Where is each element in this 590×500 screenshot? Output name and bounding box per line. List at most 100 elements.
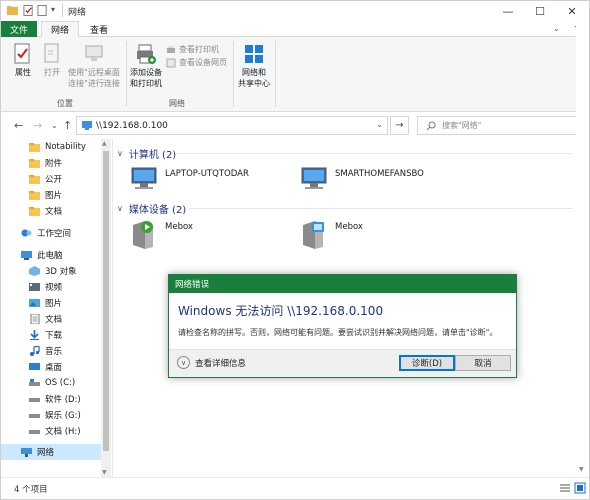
pc-icon [21, 251, 32, 260]
3d-objects-icon [29, 266, 40, 276]
search-input[interactable]: 搜索"网络" [417, 116, 578, 135]
nav-item-label: 文档 [45, 207, 63, 217]
nav-item[interactable]: 此电脑 [1, 247, 101, 263]
nav-item-label: 桌面 [45, 363, 63, 373]
tab-network[interactable]: 网络 [41, 21, 80, 38]
see-details-toggle[interactable]: ∨ 查看详细信息 [177, 356, 246, 369]
group-separator [275, 41, 276, 107]
tab-view[interactable]: 查看 [81, 21, 117, 37]
back-arrow-icon[interactable]: ← [14, 119, 23, 132]
open-label: 打开 [44, 68, 60, 77]
ribbon-expand-icon[interactable]: ⌄ [553, 24, 560, 33]
nav-item[interactable]: 音乐 [1, 343, 101, 359]
workspace-icon [21, 229, 32, 237]
item-count: 4 个项目 [14, 484, 48, 495]
group-title: 计算机 (2) [128, 150, 177, 161]
add-devices-button[interactable]: 添加设备 和打印机 [129, 43, 163, 89]
view-printers-button[interactable]: 查看打印机 [166, 44, 219, 55]
group-header-media-devices[interactable]: ∨ 媒体设备 (2) [117, 201, 186, 216]
close-button[interactable]: ✕ [556, 1, 588, 21]
quick-properties-icon[interactable] [23, 5, 34, 16]
drive-icon [29, 414, 40, 418]
chevron-down-icon: ∨ [117, 204, 123, 213]
quick-access-dropdown-icon[interactable]: ▾ [51, 5, 55, 14]
properties-icon [14, 43, 30, 64]
group-label-location: 位置 [57, 99, 73, 108]
computer-item[interactable]: SMARTHOMEFANSBO [299, 166, 424, 192]
address-path: \\192.168.0.100 [96, 120, 168, 131]
media-device-item[interactable]: Mebox [299, 219, 363, 251]
details-view-icon[interactable] [559, 482, 571, 494]
new-folder-quick-icon[interactable] [37, 5, 48, 16]
status-bar: 4 个项目 [1, 477, 589, 499]
nav-item[interactable]: Notability [1, 139, 101, 155]
add-devices-label-2: 和打印机 [130, 79, 162, 88]
cancel-button[interactable]: 取消 [455, 355, 511, 371]
nav-item[interactable]: 文档 (H:) [1, 423, 101, 439]
nav-item[interactable]: 图片 [1, 187, 101, 203]
device-webpage-icon [166, 58, 176, 67]
properties-button[interactable]: 属性 [9, 43, 37, 78]
nav-item[interactable]: 视频 [1, 279, 101, 295]
nav-item[interactable]: OS (C:) [1, 375, 101, 391]
nav-item[interactable]: 文档 [1, 203, 101, 219]
title-separator [62, 4, 63, 17]
network-sharing-center-button[interactable]: 网络和 共享中心 [237, 43, 271, 89]
nav-item[interactable]: 下载 [1, 327, 101, 343]
folder-icon [7, 5, 18, 16]
chevron-down-icon: ∨ [117, 149, 123, 158]
nav-item[interactable]: 附件 [1, 155, 101, 171]
scroll-down-icon[interactable]: ▼ [579, 466, 584, 473]
large-icons-view-icon[interactable] [574, 482, 586, 494]
desktop-icon [29, 363, 40, 370]
refresh-button[interactable]: → [390, 116, 409, 135]
nav-item-label: 工作空间 [37, 229, 72, 239]
content-scrollbar[interactable]: ▼ [576, 21, 589, 477]
nav-item-label: 图片 [45, 191, 63, 201]
nav-item[interactable]: 公开 [1, 171, 101, 187]
folder-icon [29, 207, 40, 216]
explorer-window: ▾ 网络 — ☐ ✕ 文件 网络 查看 ⌄ ? 属性 打开 使用"远程桌面 连接… [0, 0, 590, 500]
address-bar[interactable]: \\192.168.0.100 ⌄ [76, 116, 388, 135]
nav-item-label: 文档 [45, 315, 63, 325]
nav-item[interactable]: 软件 (D:) [1, 391, 101, 407]
remote-desktop-button[interactable]: 使用"远程桌面 连接"进行连接 [65, 43, 123, 89]
computer-item[interactable]: LAPTOP-UTQTODAR [129, 166, 249, 192]
nav-item-label: 网络 [37, 448, 55, 458]
recent-locations-icon[interactable]: ⌄ [51, 121, 58, 130]
minimize-button[interactable]: — [492, 1, 524, 21]
nav-item-label: 视频 [45, 283, 63, 293]
media-device-item[interactable]: Mebox [129, 219, 193, 251]
scroll-up-icon[interactable]: ▲ [102, 140, 107, 147]
downloads-icon [30, 330, 39, 340]
nav-item[interactable]: 文档 [1, 311, 101, 327]
nav-item-label: 文档 (H:) [45, 427, 81, 437]
nav-item-label: 软件 (D:) [45, 395, 81, 405]
diagnose-button[interactable]: 诊断(D) [399, 355, 455, 371]
nav-scrollbar[interactable]: ▲ ▼ [101, 139, 111, 477]
up-arrow-icon[interactable]: ↑ [63, 119, 72, 132]
nav-item[interactable]: 3D 对象 [1, 263, 101, 279]
view-device-page-label: 查看设备网页 [179, 58, 227, 67]
nav-item[interactable]: 娱乐 (G:) [1, 407, 101, 423]
remote-desktop-label-1: 使用"远程桌面 [68, 68, 120, 77]
forward-arrow-icon[interactable]: → [33, 119, 42, 132]
group-label-network: 网络 [169, 99, 185, 108]
group-header-computers[interactable]: ∨ 计算机 (2) [117, 146, 176, 161]
nav-item-label: 此电脑 [37, 251, 63, 261]
nav-item-selected[interactable]: 网络 [1, 444, 101, 460]
view-printers-label: 查看打印机 [179, 45, 219, 54]
view-device-page-button[interactable]: 查看设备网页 [166, 57, 227, 68]
media-device-name: Mebox [335, 222, 363, 232]
maximize-button[interactable]: ☐ [524, 1, 556, 21]
nav-item[interactable]: 图片 [1, 295, 101, 311]
nav-item[interactable]: 工作空间 [1, 225, 101, 241]
scrollbar-thumb[interactable] [103, 151, 109, 451]
open-button[interactable]: 打开 [39, 43, 65, 78]
address-dropdown-icon[interactable]: ⌄ [376, 120, 383, 129]
nav-item[interactable]: 桌面 [1, 359, 101, 375]
scroll-down-icon[interactable]: ▼ [102, 469, 107, 476]
tab-file[interactable]: 文件 [1, 21, 37, 37]
search-placeholder: 搜索"网络" [442, 121, 482, 130]
ribbon: 属性 打开 使用"远程桌面 连接"进行连接 位置 添加设备 和打印机 查看打印机… [1, 37, 589, 112]
